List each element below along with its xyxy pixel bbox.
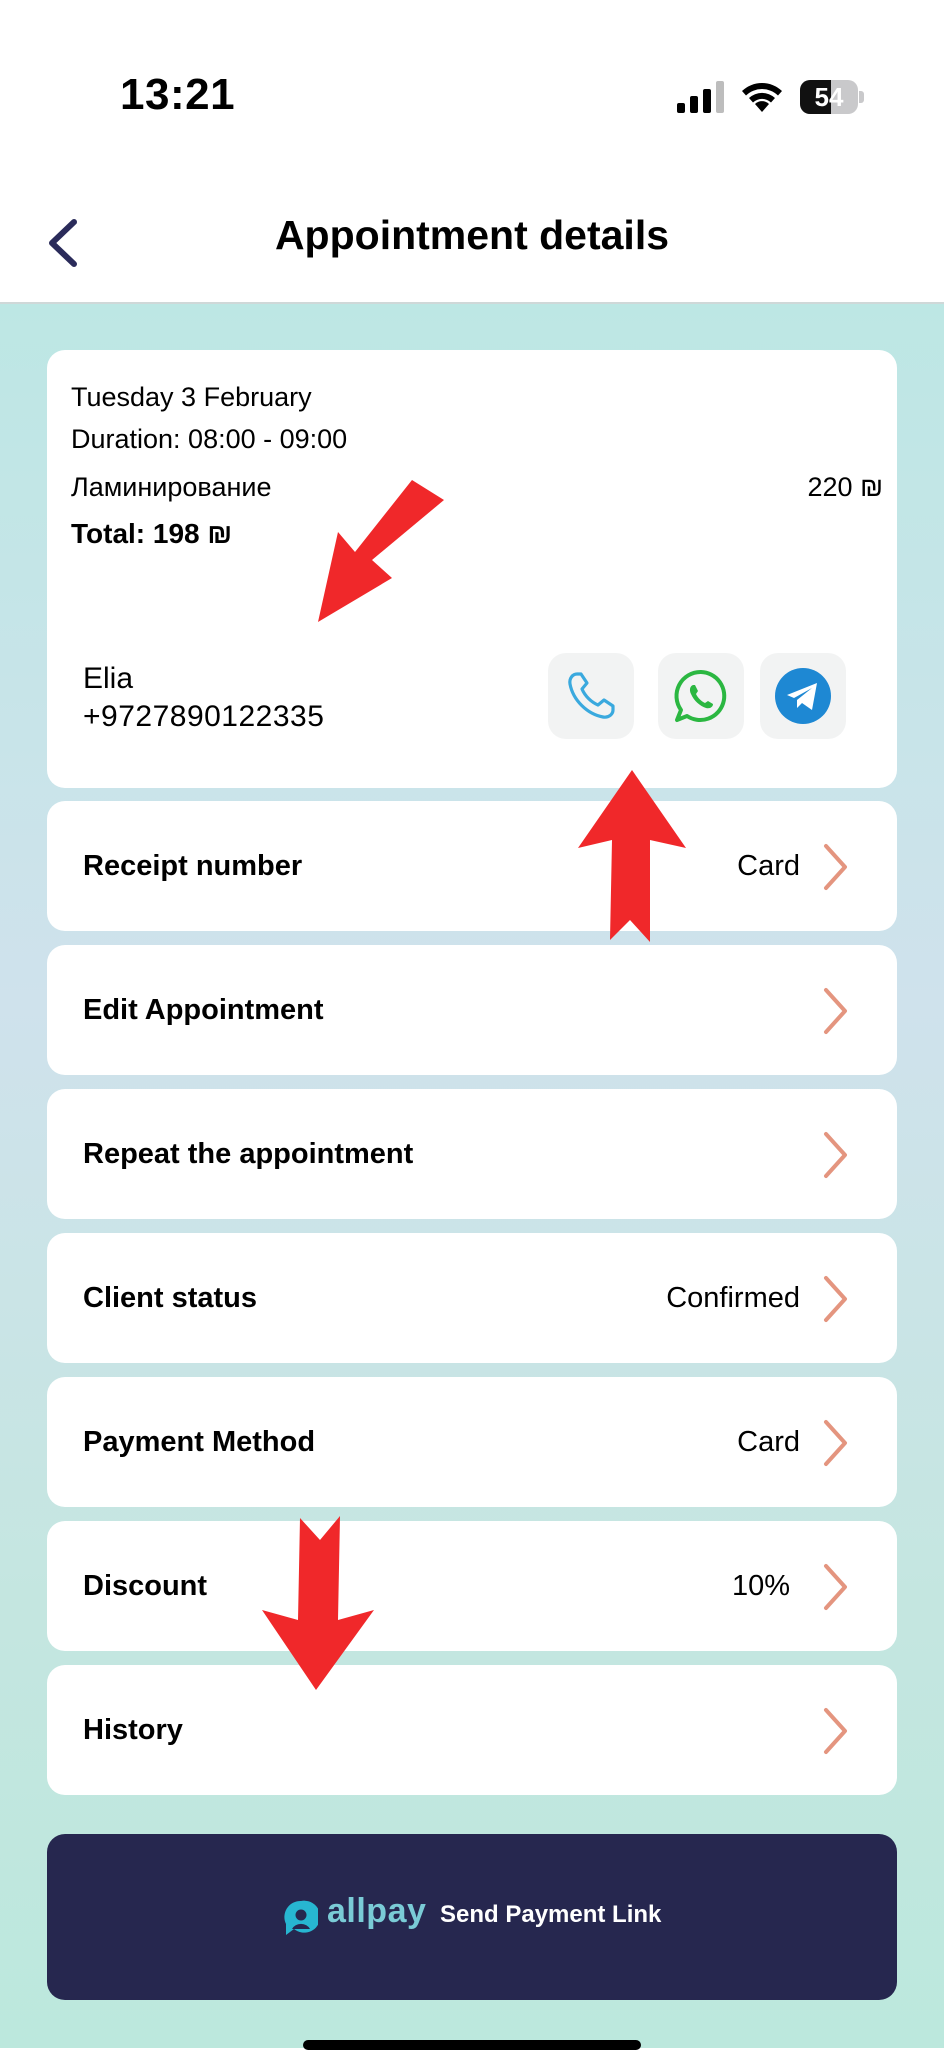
battery-level: 54 (814, 82, 844, 112)
chevron-right-icon (824, 1708, 847, 1754)
row-value: Confirmed (666, 1282, 800, 1314)
row-label: Edit Appointment (83, 994, 324, 1026)
allpay-logo-icon (284, 1900, 318, 1935)
signal-icon (677, 81, 724, 113)
row-value: Card (737, 850, 800, 882)
row-label: Discount (83, 1570, 208, 1602)
home-indicator (303, 2040, 641, 2050)
row-label: Receipt number (83, 850, 303, 882)
nav-header: Appointment details (0, 190, 944, 304)
page-title: Appointment details (274, 212, 670, 258)
row-client-status[interactable]: Client status Confirmed (47, 1233, 897, 1363)
chevron-right-icon (824, 1276, 847, 1322)
send-payment-link-button[interactable]: allpay Send Payment Link (47, 1834, 897, 2000)
chevron-right-icon (824, 988, 847, 1034)
row-value: Card (737, 1426, 800, 1458)
wifi-icon (742, 83, 782, 112)
row-history[interactable]: History (47, 1665, 897, 1795)
status-bar: 13:21 54 (0, 0, 944, 190)
appointment-duration: Duration: 08:00 - 09:00 (71, 424, 348, 454)
appointment-date: Tuesday 3 February (71, 382, 312, 412)
row-edit-appointment[interactable]: Edit Appointment (47, 945, 897, 1075)
service-price: 220 ₪ (807, 472, 883, 502)
battery-icon: 54 (800, 80, 864, 114)
send-payment-link-label: Send Payment Link (440, 1901, 662, 1928)
whatsapp-icon (674, 669, 727, 722)
telegram-button[interactable] (760, 653, 846, 739)
row-label: Payment Method (83, 1426, 316, 1458)
row-value: 10% (731, 1570, 790, 1602)
whatsapp-button[interactable] (658, 653, 744, 739)
telegram-icon (775, 668, 831, 724)
appointment-total: Total: 198 ₪ (71, 518, 233, 549)
chevron-right-icon (824, 1564, 847, 1610)
row-repeat-appointment[interactable]: Repeat the appointment (47, 1089, 897, 1219)
client-phone: +9727890122335 (83, 700, 325, 733)
phone-icon (568, 672, 615, 719)
chevron-right-icon (824, 1132, 847, 1178)
allpay-logo: allpay (327, 1892, 427, 1930)
row-discount[interactable]: Discount 10% (47, 1521, 897, 1651)
service-name: Ламинирование (71, 472, 272, 502)
row-label: Client status (83, 1282, 258, 1314)
status-time: 13:21 (120, 70, 236, 119)
row-label: Repeat the appointment (83, 1138, 414, 1170)
row-label: History (83, 1714, 183, 1746)
row-receipt-number[interactable]: Receipt number Card (47, 801, 897, 931)
call-button[interactable] (548, 653, 634, 739)
row-payment-method[interactable]: Payment Method Card (47, 1377, 897, 1507)
chevron-right-icon (824, 844, 847, 890)
content-area: Tuesday 3 February Duration: 08:00 - 09:… (0, 304, 944, 2048)
chevron-right-icon (824, 1420, 847, 1466)
client-name: Elia (83, 662, 134, 695)
appointment-summary-card: Tuesday 3 February Duration: 08:00 - 09:… (47, 350, 897, 788)
